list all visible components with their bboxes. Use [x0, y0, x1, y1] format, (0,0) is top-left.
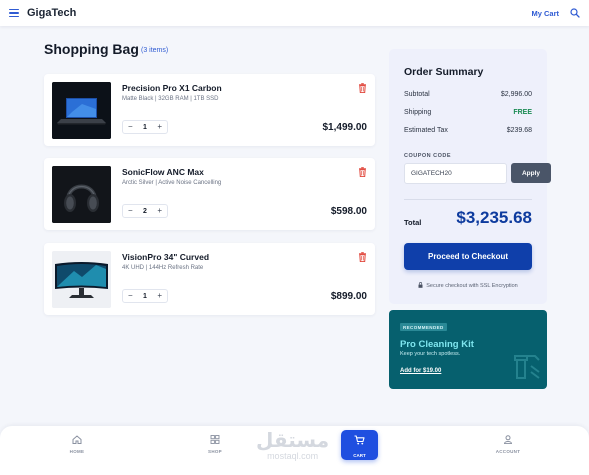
- total-value: $3,235.68: [456, 208, 532, 227]
- secure-note-text: Secure checkout with SSL Encryption: [426, 283, 518, 289]
- increase-qty-button[interactable]: +: [157, 207, 162, 215]
- grid-icon: [195, 435, 235, 445]
- laptop-product-image[interactable]: [52, 82, 111, 139]
- hamburger-menu-icon[interactable]: [9, 8, 19, 18]
- watermark-arabic: مستقل: [256, 428, 330, 452]
- lock-icon: [418, 282, 423, 290]
- mostaql-watermark: مستقل mostaql.com: [256, 430, 329, 461]
- watermark-latin: mostaql.com: [267, 451, 319, 461]
- item-price: $1,499.00: [322, 122, 368, 133]
- add-promo-link[interactable]: Add for $19.00: [400, 368, 441, 374]
- product-spec: Arctic Silver | Active Noise Cancelling: [122, 180, 222, 186]
- nav-home-label: HOME: [69, 449, 85, 454]
- page-title: Shopping Bag: [44, 41, 139, 57]
- product-name[interactable]: Precision Pro X1 Carbon: [122, 83, 222, 93]
- tax-label: Estimated Tax: [404, 127, 448, 134]
- quantity-value: 1: [143, 292, 147, 300]
- proceed-to-checkout-button[interactable]: Proceed to Checkout: [404, 243, 532, 270]
- cart-item: VisionPro 34" Curved 4K UHD | 144Hz Refr…: [44, 243, 375, 315]
- user-icon: [488, 435, 528, 445]
- total-label: Total: [404, 218, 422, 227]
- shipping-label: Shipping: [404, 109, 432, 116]
- promo-title: Pro Cleaning Kit: [400, 339, 474, 350]
- top-app-bar: GigaTech My Cart: [0, 0, 589, 26]
- items-count: (3 items): [141, 47, 169, 54]
- quantity-value: 1: [143, 123, 147, 131]
- nav-shop-label: SHOP: [208, 449, 222, 454]
- trash-icon[interactable]: [358, 80, 367, 94]
- item-price: $598.00: [330, 206, 367, 217]
- subtotal-label: Subtotal: [404, 91, 430, 98]
- search-icon[interactable]: [570, 8, 580, 18]
- nav-account-label: ACCOUNT: [495, 449, 521, 454]
- trash-icon[interactable]: [358, 164, 367, 178]
- coupon-input[interactable]: [404, 163, 507, 184]
- apply-coupon-button[interactable]: Apply: [511, 163, 551, 183]
- nav-account[interactable]: ACCOUNT: [488, 435, 528, 454]
- cart-item: SonicFlow ANC Max Arctic Silver | Active…: [44, 158, 375, 230]
- cart-icon: [354, 432, 365, 450]
- summary-divider: [404, 199, 532, 200]
- shipping-row: Shipping FREE: [404, 109, 532, 116]
- product-spec: 4K UHD | 144Hz Refresh Rate: [122, 265, 204, 271]
- my-cart-link[interactable]: My Cart: [531, 9, 559, 18]
- item-price: $899.00: [330, 291, 367, 302]
- recommended-promo-card[interactable]: RECOMMENDED Pro Cleaning Kit Keep your t…: [389, 310, 547, 389]
- increase-qty-button[interactable]: +: [157, 123, 162, 131]
- spray-bottle-icon: [505, 346, 545, 387]
- promo-subtitle: Keep your tech spotless.: [400, 351, 461, 357]
- cart-item: Precision Pro X1 Carbon Matte Black | 32…: [44, 74, 375, 146]
- trash-icon[interactable]: [358, 249, 367, 263]
- coupon-label: COUPON CODE: [404, 153, 452, 159]
- order-summary-title: Order Summary: [404, 66, 484, 78]
- subtotal-row: Subtotal $2,996.00: [404, 91, 532, 98]
- quantity-stepper: − 1 +: [122, 289, 168, 303]
- nav-shop[interactable]: SHOP: [195, 435, 235, 454]
- quantity-stepper: − 1 +: [122, 120, 168, 134]
- tax-value: $239.68: [506, 127, 532, 134]
- shipping-value: FREE: [513, 109, 532, 116]
- tax-row: Estimated Tax $239.68: [404, 127, 532, 134]
- quantity-value: 2: [143, 207, 147, 215]
- product-name[interactable]: SonicFlow ANC Max: [122, 167, 204, 177]
- decrease-qty-button[interactable]: −: [128, 292, 133, 300]
- nav-home[interactable]: HOME: [57, 435, 97, 454]
- home-icon: [57, 435, 97, 445]
- nav-cart[interactable]: CART: [341, 430, 378, 460]
- increase-qty-button[interactable]: +: [157, 292, 162, 300]
- quantity-stepper: − 2 +: [122, 204, 168, 218]
- subtotal-value: $2,996.00: [500, 91, 532, 98]
- headphones-product-image[interactable]: [52, 166, 111, 223]
- brand-logo[interactable]: GigaTech: [27, 7, 76, 19]
- order-summary-panel: Order Summary Subtotal $2,996.00 Shippin…: [389, 49, 551, 304]
- secure-checkout-note: Secure checkout with SSL Encryption: [404, 282, 532, 290]
- nav-cart-label: CART: [353, 453, 366, 458]
- monitor-product-image[interactable]: [52, 251, 111, 308]
- product-spec: Matte Black | 32GB RAM | 1TB SSD: [122, 96, 219, 102]
- decrease-qty-button[interactable]: −: [128, 123, 133, 131]
- recommended-badge: RECOMMENDED: [400, 323, 447, 331]
- decrease-qty-button[interactable]: −: [128, 207, 133, 215]
- product-name[interactable]: VisionPro 34" Curved: [122, 252, 209, 262]
